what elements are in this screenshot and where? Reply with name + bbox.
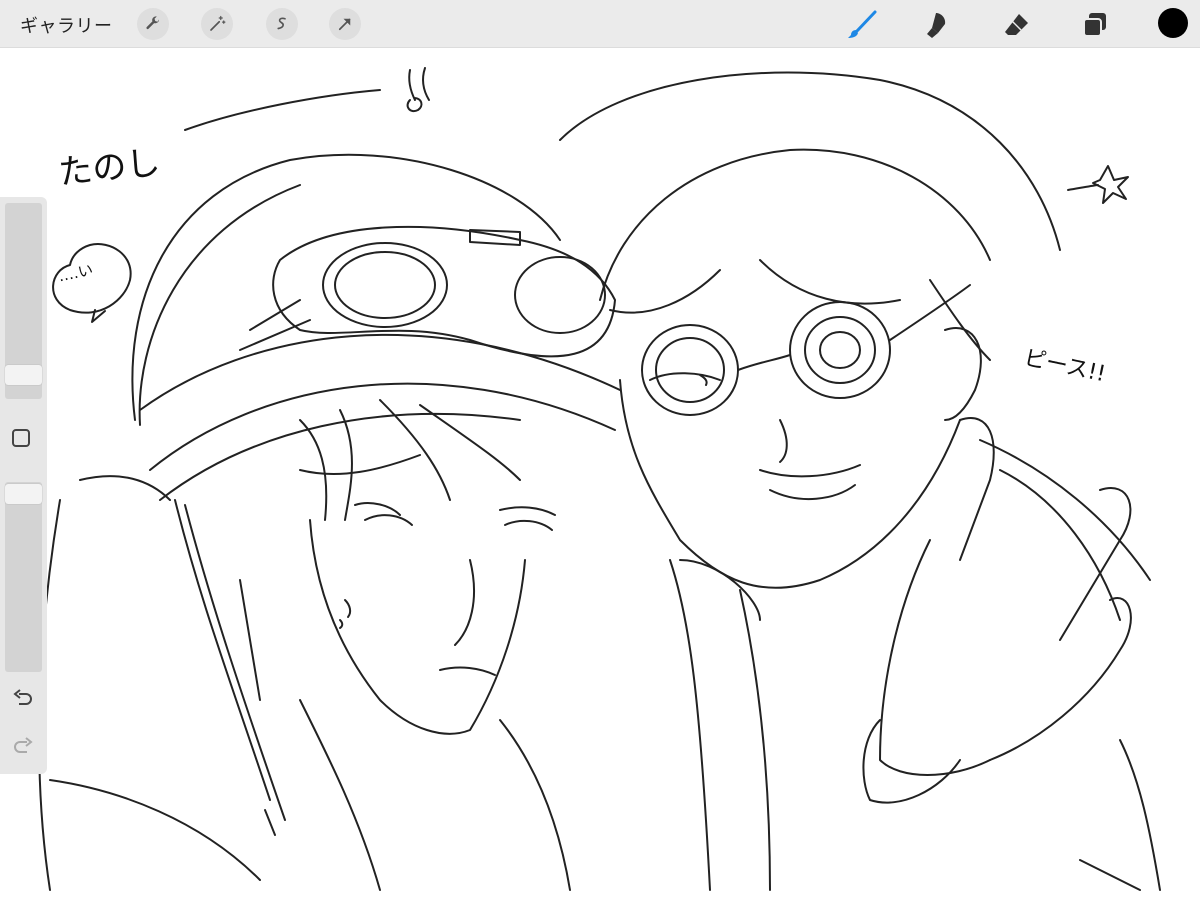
opacity-slider[interactable]: [5, 482, 42, 672]
brush-icon: [848, 10, 877, 38]
modify-square-icon[interactable]: [12, 429, 30, 447]
adjustments-button[interactable]: [201, 8, 233, 40]
magic-wand-icon: [210, 15, 226, 31]
color-picker-button[interactable]: [1158, 8, 1188, 38]
selection-button[interactable]: [266, 8, 298, 40]
brush-size-slider[interactable]: [5, 203, 42, 399]
side-toolbar: [0, 197, 47, 774]
wrench-icon: [146, 16, 160, 30]
transform-arrow-icon: [338, 18, 351, 31]
smudge-tool-button[interactable]: [920, 8, 954, 42]
brush-tool-button[interactable]: [845, 8, 879, 42]
layers-button[interactable]: [1078, 8, 1112, 42]
selection-icon: [277, 17, 286, 30]
top-toolbar: ギャラリー: [0, 0, 1200, 48]
undo-icon[interactable]: [11, 687, 35, 711]
eraser-tool-button[interactable]: [1000, 8, 1034, 42]
opacity-thumb[interactable]: [5, 484, 42, 504]
left-character-sketch: [38, 153, 621, 891]
actions-button[interactable]: [137, 8, 169, 40]
right-character-sketch: [559, 71, 1161, 891]
smudge-icon: [927, 13, 946, 38]
layers-icon: [1083, 13, 1106, 37]
gallery-button[interactable]: ギャラリー: [20, 12, 113, 38]
redo-icon[interactable]: [11, 735, 35, 759]
drawing-canvas[interactable]: [0, 48, 1200, 900]
brush-size-thumb[interactable]: [5, 365, 42, 385]
eraser-icon: [1005, 14, 1028, 35]
transform-button[interactable]: [329, 8, 361, 40]
